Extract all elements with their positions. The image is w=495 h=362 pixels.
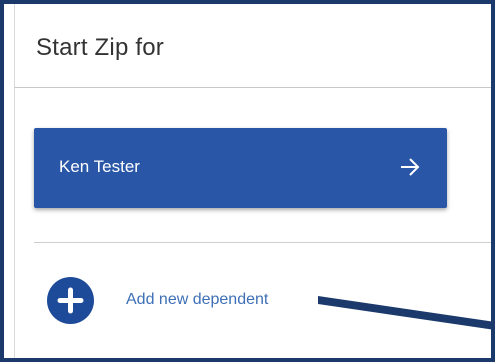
annotation-pointer-line [318,296,491,330]
app-frame: Start Zip for Ken Tester Add new depende… [0,0,495,362]
